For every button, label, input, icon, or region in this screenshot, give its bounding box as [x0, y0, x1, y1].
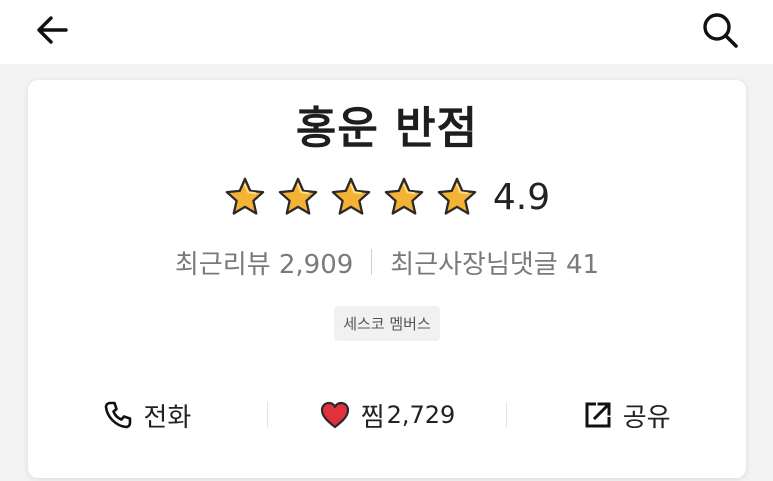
- call-label: 전화: [143, 402, 192, 433]
- star-icon: [278, 177, 318, 215]
- share-label: 공유: [622, 402, 671, 433]
- store-info-card: 홍운 반점 4.9 최근리뷰 2,909 최근사장님댓글 41 세스코 멤버스 …: [28, 80, 746, 478]
- action-bar: 전화 찜 2,729 공유: [28, 392, 746, 438]
- store-name: 홍운 반점: [295, 103, 479, 154]
- top-bar: [0, 0, 773, 64]
- badge-row: 세스코 멤버스: [28, 306, 746, 341]
- back-button[interactable]: [30, 10, 74, 50]
- heart-icon: [320, 401, 349, 429]
- jjim-button[interactable]: 찜 2,729: [268, 392, 507, 438]
- search-button[interactable]: [696, 8, 744, 52]
- phone-icon: [105, 401, 132, 429]
- recent-reviews-link[interactable]: 최근리뷰 2,909: [175, 244, 353, 281]
- rating-row: 4.9: [28, 172, 746, 222]
- owner-replies-count: 41: [566, 249, 600, 280]
- star-icon: [225, 177, 265, 215]
- jjim-count: 2,729: [386, 401, 456, 429]
- recent-reviews-count: 2,909: [278, 249, 354, 280]
- jjim-label: 찜: [360, 402, 385, 433]
- star-icon: [384, 177, 424, 215]
- star-icon: [437, 177, 477, 215]
- cesco-members-badge: 세스코 멤버스: [334, 306, 440, 341]
- recent-reviews-label: 최근리뷰: [174, 249, 271, 280]
- call-button[interactable]: 전화: [28, 392, 267, 438]
- review-stats: 최근리뷰 2,909 최근사장님댓글 41: [28, 242, 746, 282]
- rating-value: 4.9: [492, 176, 551, 218]
- owner-replies-link[interactable]: 최근사장님댓글 41: [390, 244, 599, 281]
- search-icon: [703, 13, 738, 48]
- arrow-left-icon: [37, 16, 68, 44]
- owner-replies-label: 최근사장님댓글: [390, 249, 558, 280]
- star-icon: [331, 177, 371, 215]
- stats-divider: [371, 249, 373, 275]
- share-button[interactable]: 공유: [507, 392, 746, 438]
- share-icon: [585, 402, 611, 428]
